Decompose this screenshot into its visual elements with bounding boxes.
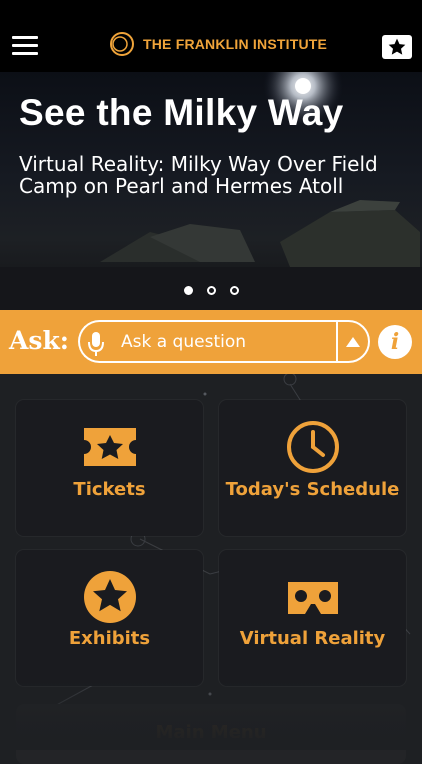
carousel-dot[interactable] bbox=[183, 286, 193, 295]
carousel-dot[interactable] bbox=[206, 286, 216, 295]
franklin-logo: THE FRANKLIN INSTITUTE bbox=[109, 31, 327, 57]
logo-mark-icon bbox=[109, 31, 135, 57]
vr-tile[interactable]: Virtual Reality bbox=[219, 550, 406, 686]
exhibits-tile[interactable]: Exhibits bbox=[16, 550, 203, 686]
vr-headset-icon bbox=[285, 580, 341, 620]
ask-placeholder[interactable]: Ask a question bbox=[121, 332, 246, 352]
hero-carousel[interactable]: See the Milky Way Virtual Reality: Milky… bbox=[0, 72, 422, 310]
schedule-tile[interactable]: Today's Schedule bbox=[219, 400, 406, 536]
main-menu-button[interactable]: Main Menu bbox=[16, 704, 406, 764]
carousel-indicator bbox=[0, 286, 422, 295]
logo-text: THE FRANKLIN INSTITUTE bbox=[143, 36, 328, 52]
ticket-icon bbox=[82, 424, 138, 474]
tile-label: Exhibits bbox=[68, 628, 151, 649]
microphone-icon[interactable] bbox=[86, 331, 106, 361]
hero-subtitle: Virtual Reality: Milky Way Over Field Ca… bbox=[19, 152, 378, 198]
main-menu-label: Main Menu bbox=[155, 722, 267, 743]
star-badge-icon[interactable] bbox=[382, 35, 412, 59]
carousel-dot[interactable] bbox=[229, 286, 239, 295]
hero-title: See the Milky Way bbox=[19, 92, 344, 133]
tile-label: Today's Schedule bbox=[225, 479, 400, 500]
triangle-up-icon[interactable] bbox=[336, 320, 370, 363]
star-circle-icon bbox=[83, 570, 137, 628]
tile-label: Virtual Reality bbox=[239, 628, 386, 649]
info-icon[interactable]: i bbox=[378, 325, 412, 359]
hamburger-icon[interactable] bbox=[12, 36, 38, 55]
app-header: THE FRANKLIN INSTITUTE bbox=[0, 0, 422, 72]
ask-bar: Ask: Ask a question bbox=[0, 310, 422, 374]
tickets-tile[interactable]: Tickets bbox=[16, 400, 203, 536]
ask-label: Ask: bbox=[9, 326, 70, 355]
tile-label: Tickets bbox=[73, 479, 146, 500]
clock-icon bbox=[286, 420, 340, 478]
